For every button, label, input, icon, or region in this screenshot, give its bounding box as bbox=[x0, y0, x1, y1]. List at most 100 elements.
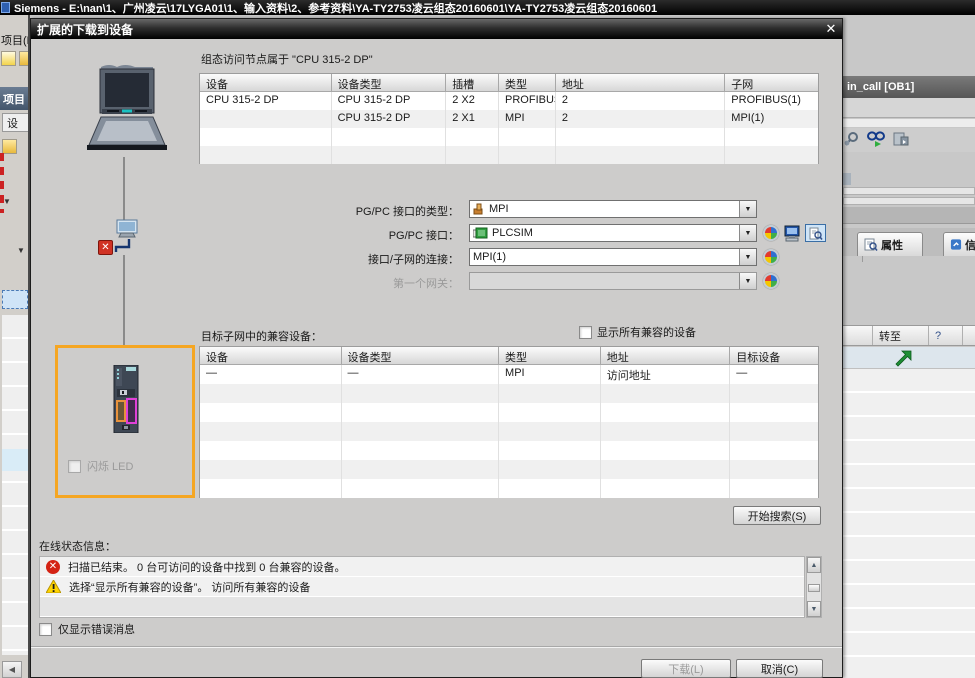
warning-icon bbox=[46, 580, 61, 593]
table-row-empty bbox=[200, 422, 818, 441]
chevron-down-icon[interactable]: ▼ bbox=[739, 201, 756, 217]
app-logo-icon bbox=[1, 2, 10, 13]
errors-only-checkbox[interactable] bbox=[39, 623, 52, 636]
table-row[interactable]: CPU 315-2 DP CPU 315-2 DP 2 X2 PROFIBUS … bbox=[200, 92, 818, 110]
table-row-empty bbox=[200, 403, 818, 422]
download-button[interactable]: 下载(L) bbox=[641, 659, 731, 678]
column-header[interactable]: 设备类型 bbox=[342, 347, 499, 364]
first-gateway-label: 第一个网关： bbox=[203, 275, 459, 291]
table-row-empty bbox=[200, 384, 818, 403]
column-header[interactable]: 子网 bbox=[725, 74, 818, 91]
laptop-image bbox=[87, 63, 167, 157]
table-row-empty bbox=[200, 460, 818, 479]
tab-info[interactable]: 信 bbox=[943, 232, 975, 256]
project-tree-header: 项目 bbox=[0, 87, 28, 110]
table-rows bbox=[843, 369, 975, 678]
goto-arrow-row[interactable] bbox=[843, 347, 975, 369]
column-header[interactable]: 地址 bbox=[556, 74, 725, 91]
column-header[interactable]: 类型 bbox=[499, 347, 601, 364]
thin-bar bbox=[843, 197, 975, 205]
left-panel: 项目(P) 项目 设 ▼ ▼ ◀ bbox=[0, 15, 30, 678]
monitor-glasses-icon[interactable] bbox=[867, 131, 885, 147]
properties-icon bbox=[864, 238, 878, 251]
column-header[interactable]: 目标设备 bbox=[730, 347, 818, 364]
table-row-empty bbox=[200, 128, 818, 146]
column-header[interactable]: 地址 bbox=[601, 347, 731, 364]
flash-led-label: 闪烁 LED bbox=[87, 458, 133, 474]
pg-interface-label: PG/PC 接口： bbox=[203, 227, 459, 243]
show-all-devices-checkbox[interactable] bbox=[579, 326, 592, 339]
status-message[interactable]: 选择“显示所有兼容的设备”。 访问所有兼容的设备 bbox=[40, 577, 804, 597]
pg-interface-dropdown[interactable]: PLCSIM ▼ bbox=[469, 224, 757, 242]
show-all-devices-label: 显示所有兼容的设备 bbox=[597, 324, 696, 340]
shield-icon bbox=[763, 273, 779, 289]
clipped-icon bbox=[843, 173, 851, 185]
connection-line bbox=[123, 255, 125, 347]
table-row-empty bbox=[200, 479, 818, 498]
right-panel: in_call [OB1] 属性 信 转至 ? bbox=[843, 15, 975, 678]
menu-project[interactable]: 项目(P) bbox=[1, 32, 29, 47]
tree-highlight-row[interactable] bbox=[2, 449, 30, 471]
status-message-list: ✕ 扫描已结束。 0 台可访问的设备中找到 0 台兼容的设备。 选择“显示所有兼… bbox=[39, 556, 805, 618]
flash-led-checkbox[interactable] bbox=[68, 460, 81, 473]
plcsim-card-icon bbox=[473, 227, 488, 239]
tree-rows bbox=[2, 315, 30, 655]
tab-properties[interactable]: 属性 bbox=[857, 232, 923, 256]
accessible-devices-icon[interactable] bbox=[783, 225, 801, 242]
compatible-devices-table: 设备 设备类型 类型 地址 目标设备 — — MPI 访问地址 — bbox=[199, 346, 819, 498]
table-row-empty bbox=[200, 146, 818, 164]
show-accessible-icon[interactable] bbox=[805, 224, 826, 242]
connection-line bbox=[123, 157, 125, 225]
dark-bar bbox=[843, 207, 975, 224]
help-column-header[interactable]: ? bbox=[929, 326, 963, 345]
chevron-down-icon: ▼ bbox=[739, 273, 756, 289]
app-title-bar: Siemens - E:\nan\1、广州凌云\17LYGA01\1、输入资料\… bbox=[0, 0, 975, 15]
column-header[interactable]: 类型 bbox=[499, 74, 556, 91]
search-icon[interactable] bbox=[844, 131, 860, 147]
column-header[interactable]: 设备 bbox=[200, 347, 342, 364]
status-message[interactable]: ✕ 扫描已结束。 0 台可访问的设备中找到 0 台兼容的设备。 bbox=[40, 557, 804, 577]
scroll-left-button[interactable]: ◀ bbox=[2, 661, 22, 678]
column-header[interactable]: 设备 bbox=[200, 74, 332, 91]
chevron-down-icon[interactable]: ▼ bbox=[17, 247, 25, 255]
goto-arrow-icon bbox=[895, 350, 912, 367]
start-search-button[interactable]: 开始搜索(S) bbox=[733, 506, 821, 525]
table-row[interactable]: CPU 315-2 DP 2 X1 MPI 2 MPI(1) bbox=[200, 110, 818, 128]
editor-toolbar bbox=[843, 128, 975, 152]
app-title: Siemens - E:\nan\1、广州凌云\17LYGA01\1、输入资料\… bbox=[14, 0, 657, 15]
scroll-thumb[interactable] bbox=[808, 584, 820, 592]
extended-download-dialog: 扩展的下载到设备 ✕ ✕ bbox=[30, 18, 843, 678]
connection-error-icon: ✕ bbox=[98, 240, 113, 255]
chevron-down-icon[interactable]: ▼ bbox=[739, 225, 756, 241]
cancel-button[interactable]: 取消(C) bbox=[736, 659, 823, 678]
column-header[interactable]: 设备类型 bbox=[332, 74, 447, 91]
dialog-title: 扩展的下载到设备 bbox=[37, 21, 133, 38]
column-header[interactable]: 插槽 bbox=[446, 74, 499, 91]
block-call-icon[interactable] bbox=[893, 131, 909, 147]
close-icon[interactable]: ✕ bbox=[822, 20, 840, 38]
plc-device-image bbox=[113, 365, 139, 433]
dialog-title-bar: 扩展的下载到设备 ✕ bbox=[31, 19, 842, 39]
subnet-connection-dropdown[interactable]: MPI(1) ▼ bbox=[469, 248, 757, 266]
chevron-down-icon[interactable]: ▼ bbox=[3, 198, 11, 206]
new-project-icon[interactable] bbox=[1, 51, 16, 66]
status-message-empty bbox=[40, 597, 804, 617]
pg-type-dropdown[interactable]: MPI ▼ bbox=[469, 200, 757, 218]
target-device-highlight: 闪烁 LED bbox=[55, 345, 195, 498]
add-device-icon[interactable] bbox=[2, 139, 17, 154]
subnet-connection-label: 接口/子网的连接： bbox=[203, 251, 459, 267]
table-header-row: 设备 设备类型 插槽 类型 地址 子网 bbox=[200, 74, 818, 92]
table-row[interactable]: — — MPI 访问地址 — bbox=[200, 365, 818, 384]
message-scrollbar[interactable]: ▲ ▼ bbox=[806, 556, 822, 618]
tab-devices[interactable]: 设 bbox=[2, 113, 28, 132]
editor-strip bbox=[843, 119, 975, 127]
pg-type-label: PG/PC 接口的类型： bbox=[203, 203, 459, 219]
tree-selected-item[interactable] bbox=[2, 290, 28, 309]
config-nodes-label: 组态访问节点属于 "CPU 315-2 DP" bbox=[201, 51, 373, 67]
editor-title: in_call [OB1] bbox=[843, 76, 975, 98]
goto-column-header[interactable]: 转至 bbox=[873, 326, 929, 345]
chevron-down-icon[interactable]: ▼ bbox=[739, 249, 756, 265]
scroll-down-icon[interactable]: ▼ bbox=[807, 601, 821, 617]
scroll-up-icon[interactable]: ▲ bbox=[807, 557, 821, 573]
shield-icon bbox=[763, 249, 779, 265]
